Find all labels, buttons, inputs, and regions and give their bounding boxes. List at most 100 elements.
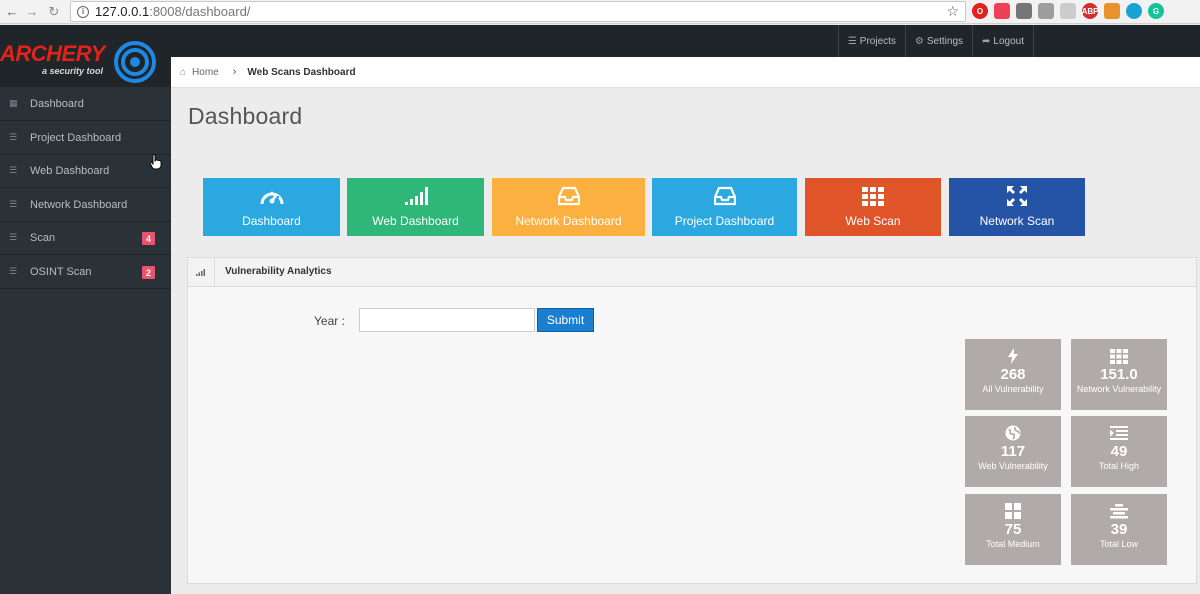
sidebar-item-label: Scan xyxy=(30,231,56,244)
stat-total-medium: 75 Total Medium xyxy=(965,494,1061,565)
stat-value: 49 xyxy=(1110,443,1128,460)
stat-value: 39 xyxy=(1110,521,1128,538)
tile-label: Project Dashboard xyxy=(674,214,775,228)
count-badge: 2 xyxy=(142,266,155,279)
top-nav-logout[interactable]: ➦ Logout xyxy=(972,25,1034,57)
sidebar-item-label: Network Dashboard xyxy=(30,198,128,211)
stat-label: Total High xyxy=(1098,461,1140,471)
bookmark-star-icon[interactable]: ☆ xyxy=(946,3,959,20)
breadcrumb-current: Web Scans Dashboard xyxy=(247,66,356,78)
sidebar-item-project-dashboard[interactable]: ☰ Project Dashboard xyxy=(0,121,171,155)
list-icon: ☰ xyxy=(9,266,18,276)
pocket-icon[interactable] xyxy=(994,3,1010,19)
signal-icon xyxy=(188,258,215,286)
gauge-icon xyxy=(259,185,285,207)
hand-cursor-icon xyxy=(150,154,162,170)
tile-web-scan[interactable]: Web Scan xyxy=(805,178,941,236)
top-nav-label: Projects xyxy=(859,35,896,47)
th-icon xyxy=(1110,348,1128,364)
home-icon: ⌂ xyxy=(180,66,187,78)
inbox-icon xyxy=(713,185,736,207)
list-icon: ☰ xyxy=(9,199,18,209)
align-center-icon xyxy=(1110,503,1128,519)
tile-network-dashboard[interactable]: Network Dashboard xyxy=(492,178,645,236)
sidebar: ▦ Dashboard ☰ Project Dashboard ☰ Web Da… xyxy=(0,57,171,594)
stat-value: 268 xyxy=(1000,366,1026,383)
sidebar-item-scan[interactable]: ☰ Scan 4 xyxy=(0,221,171,255)
archery-logo[interactable]: ARCHERY a security tool xyxy=(0,38,160,84)
submit-button[interactable]: Submit xyxy=(537,308,594,332)
gear-ext-icon[interactable] xyxy=(1126,3,1142,19)
breadcrumb-home[interactable]: Home xyxy=(192,67,219,78)
stat-label: All Vulnerability xyxy=(982,384,1044,394)
tile-network-scan[interactable]: Network Scan xyxy=(949,178,1085,236)
top-nav-projects[interactable]: ☰ Projects xyxy=(837,25,905,57)
grid-icon xyxy=(1005,503,1021,519)
ext-square-icon[interactable] xyxy=(1016,3,1032,19)
logo-wordmark: ARCHERY xyxy=(0,41,105,66)
address-bar[interactable]: i 127.0.0.1:8008/dashboard/ ☆ xyxy=(70,1,966,22)
stat-value: 117 xyxy=(1000,443,1026,460)
sidebar-item-label: Web Dashboard xyxy=(30,164,110,177)
info-icon[interactable]: i xyxy=(77,5,89,18)
target-icon xyxy=(114,41,156,83)
stat-total-high: 49 Total High xyxy=(1071,416,1167,487)
inbox-icon xyxy=(557,185,580,207)
chevron-right-icon: › xyxy=(232,66,237,78)
tile-label: Web Dashboard xyxy=(372,214,459,228)
logout-icon: ➦ xyxy=(982,35,991,47)
stat-total-low: 39 Total Low xyxy=(1071,494,1167,565)
sidebar-item-network-dashboard[interactable]: ☰ Network Dashboard xyxy=(0,188,171,222)
panel-title: Vulnerability Analytics xyxy=(225,266,332,277)
stat-label: Network Vulnerability xyxy=(1076,384,1162,394)
grammarly-icon[interactable]: G xyxy=(1148,3,1164,19)
tile-label: Dashboard xyxy=(242,214,301,228)
app-top-bar: ☰ Projects ⚙ Settings ➦ Logout xyxy=(0,25,1200,57)
adblock-icon[interactable]: ABP xyxy=(1082,3,1098,19)
th-icon xyxy=(862,185,884,207)
tile-label: Web Scan xyxy=(845,214,901,228)
list-icon: ☰ xyxy=(9,132,18,142)
stat-label: Total Medium xyxy=(986,539,1040,549)
top-nav: ☰ Projects ⚙ Settings ➦ Logout xyxy=(837,25,1034,57)
ext-grid-icon[interactable] xyxy=(1038,3,1054,19)
cookie-icon[interactable] xyxy=(1104,3,1120,19)
back-arrow-icon[interactable]: ← xyxy=(2,2,22,22)
url-host: 127.0.0.1 xyxy=(95,4,150,19)
vulnerability-analytics-panel: Vulnerability Analytics Year : Submit 26… xyxy=(187,257,1197,584)
sidebar-item-dashboard[interactable]: ▦ Dashboard xyxy=(0,87,171,121)
page-title: Dashboard xyxy=(188,103,303,129)
logo-tagline: a security tool xyxy=(42,66,104,76)
count-badge: 4 xyxy=(142,232,155,245)
grid-icon: ▦ xyxy=(9,98,18,108)
sidebar-item-label: Dashboard xyxy=(30,97,84,110)
reload-icon[interactable]: ↻ xyxy=(44,2,64,22)
shield-ext-icon[interactable] xyxy=(1060,3,1076,19)
tile-dashboard[interactable]: Dashboard xyxy=(203,178,340,236)
bolt-icon xyxy=(1008,348,1018,364)
main-content: ⌂ Home › Web Scans Dashboard Dashboard D… xyxy=(171,57,1200,594)
top-nav-label: Settings xyxy=(926,35,964,47)
forward-arrow-icon[interactable]: → xyxy=(22,2,42,22)
tile-project-dashboard[interactable]: Project Dashboard xyxy=(652,178,797,236)
extension-bar: O ABP G xyxy=(972,3,1164,19)
list-icon: ☰ xyxy=(9,232,18,242)
stat-network-vulnerability: 151.0 Network Vulnerability xyxy=(1071,339,1167,410)
indent-icon xyxy=(1110,425,1128,441)
globe-icon xyxy=(1005,425,1021,441)
stat-value: 75 xyxy=(1004,521,1022,538)
opera-icon[interactable]: O xyxy=(972,3,988,19)
sidebar-item-web-dashboard[interactable]: ☰ Web Dashboard xyxy=(0,154,171,188)
sidebar-item-label: Project Dashboard xyxy=(30,131,122,144)
stat-web-vulnerability: 117 Web Vulnerability xyxy=(965,416,1061,487)
top-nav-label: Logout xyxy=(993,35,1024,47)
year-input[interactable] xyxy=(359,308,535,332)
top-nav-settings[interactable]: ⚙ Settings xyxy=(904,25,972,57)
year-label: Year : xyxy=(314,314,345,328)
list-icon: ☰ xyxy=(847,35,857,47)
arrows-icon xyxy=(1006,185,1028,207)
breadcrumb: ⌂ Home › Web Scans Dashboard xyxy=(171,57,1200,88)
browser-toolbar: ← → ↻ i 127.0.0.1:8008/dashboard/ ☆ O ABP… xyxy=(0,0,1200,24)
sidebar-item-osint-scan[interactable]: ☰ OSINT Scan 2 xyxy=(0,255,171,289)
tile-web-dashboard[interactable]: Web Dashboard xyxy=(347,178,484,236)
